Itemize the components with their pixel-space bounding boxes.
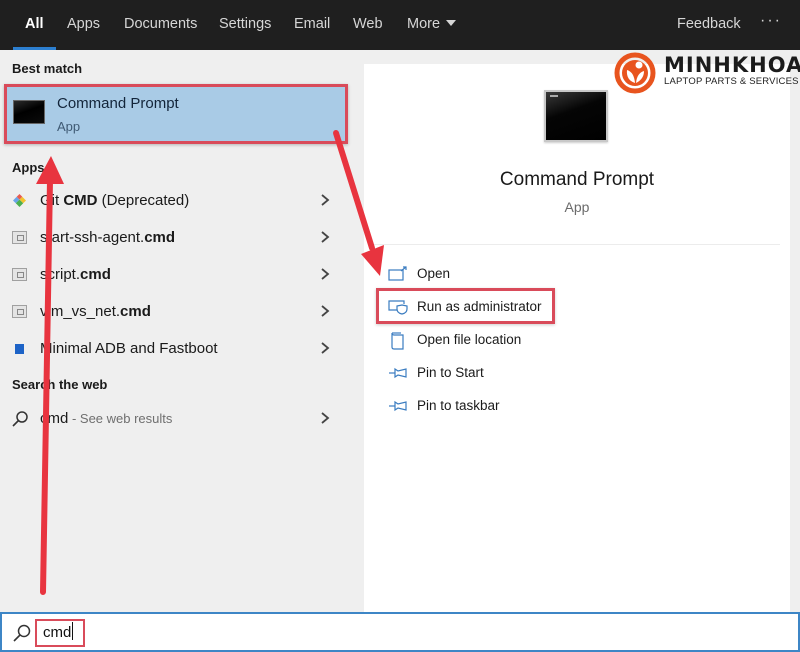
action-pin-to-start[interactable]: Pin to Start — [384, 360, 624, 388]
tab-settings[interactable]: Settings — [219, 0, 271, 50]
chevron-right-icon[interactable] — [318, 265, 332, 283]
app-result-label: vim_vs_net.cmd — [40, 303, 151, 320]
action-label: Pin to Start — [417, 365, 484, 380]
tab-more[interactable]: More — [407, 0, 457, 50]
pin-icon — [389, 367, 407, 379]
best-match-type: App — [57, 119, 81, 134]
cmd-file-icon — [12, 268, 27, 281]
minhkhoa-logo: MINHKHOA LAPTOP PARTS & SERVICES — [614, 52, 800, 94]
details-type: App — [564, 199, 590, 215]
git-icon — [13, 194, 26, 207]
pin-icon — [389, 400, 407, 412]
chevron-right-icon[interactable] — [318, 339, 332, 357]
cmd-file-icon — [12, 305, 27, 318]
tab-all[interactable]: All — [13, 0, 55, 50]
action-label: Run as administrator — [417, 299, 542, 314]
best-match-item[interactable]: Command Prompt App — [4, 84, 348, 144]
tab-apps[interactable]: Apps — [67, 0, 100, 50]
windows-search-window: All Apps Documents Settings Email Web Mo… — [0, 0, 800, 652]
action-open[interactable]: Open — [384, 261, 624, 289]
action-label: Pin to taskbar — [417, 398, 500, 413]
app-result-minimal-adb[interactable]: Minimal ADB and Fastboot — [0, 331, 353, 367]
command-prompt-icon — [13, 100, 45, 124]
app-result-script[interactable]: script.cmd — [0, 257, 353, 293]
app-result-git-cmd[interactable]: Git CMD (Deprecated) — [0, 183, 353, 219]
app-result-label: Minimal ADB and Fastboot — [40, 340, 218, 357]
action-pin-to-taskbar[interactable]: Pin to taskbar — [384, 393, 624, 421]
command-prompt-large-icon — [544, 90, 608, 142]
chevron-right-icon[interactable] — [318, 228, 332, 246]
text-caret — [72, 622, 74, 640]
caret-down-icon — [446, 20, 457, 26]
app-result-label: Git CMD (Deprecated) — [40, 192, 190, 209]
best-match-heading: Best match — [12, 61, 83, 76]
divider — [374, 244, 780, 245]
action-label: Open file location — [417, 332, 522, 347]
shield-icon — [388, 300, 408, 315]
search-input[interactable]: cmd — [35, 619, 85, 647]
cmd-file-icon — [12, 231, 27, 244]
feedback-button[interactable]: Feedback — [677, 0, 741, 50]
action-label: Open — [417, 266, 451, 281]
file-location-icon — [391, 332, 404, 350]
tab-documents[interactable]: Documents — [124, 0, 197, 50]
apps-heading: Apps — [12, 160, 45, 175]
details-pane: Command Prompt App Open Run as administr… — [364, 64, 790, 612]
chevron-right-icon[interactable] — [318, 302, 332, 320]
search-icon — [13, 624, 31, 642]
results-pane: Best match Command Prompt App Apps Git C… — [0, 50, 353, 612]
app-result-label: start-ssh-agent.cmd — [40, 229, 176, 246]
logo-tagline: LAPTOP PARTS & SERVICES — [664, 76, 799, 87]
more-options-button[interactable]: ··· — [760, 0, 782, 50]
tab-web[interactable]: Web — [353, 0, 383, 50]
search-box[interactable]: cmd — [0, 612, 800, 652]
action-run-as-administrator[interactable]: Run as administrator — [384, 294, 624, 322]
chevron-right-icon[interactable] — [318, 409, 332, 427]
logo-mark-icon — [614, 52, 656, 94]
open-icon — [388, 266, 407, 281]
details-title: Command Prompt — [499, 169, 655, 190]
best-match-title: Command Prompt — [57, 95, 179, 112]
search-web-heading: Search the web — [12, 377, 108, 392]
action-open-file-location[interactable]: Open file location — [384, 327, 624, 355]
app-result-vim-vs-net[interactable]: vim_vs_net.cmd — [0, 294, 353, 330]
web-result-label: cmd - See web results — [40, 410, 173, 427]
adb-icon — [15, 344, 24, 354]
tab-email[interactable]: Email — [294, 0, 330, 50]
app-result-label: script.cmd — [40, 266, 111, 283]
logo-name: MINHKHOA — [664, 53, 800, 77]
app-result-start-ssh-agent[interactable]: start-ssh-agent.cmd — [0, 220, 353, 256]
search-filter-bar: All Apps Documents Settings Email Web Mo… — [0, 0, 800, 50]
search-icon — [12, 411, 28, 427]
chevron-right-icon[interactable] — [318, 191, 332, 209]
tab-more-label: More — [407, 16, 441, 32]
web-search-result[interactable]: cmd - See web results — [0, 401, 353, 437]
